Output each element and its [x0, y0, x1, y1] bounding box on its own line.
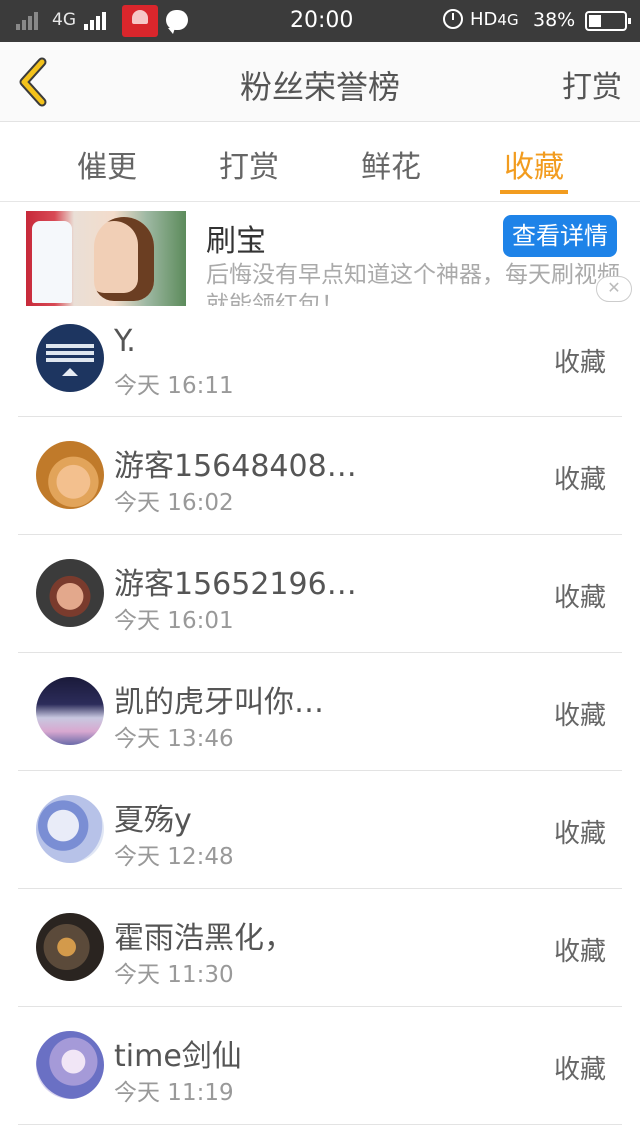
avatar: [36, 913, 104, 981]
active-tab-indicator: [500, 190, 568, 194]
fan-time: 今天 13:46: [114, 726, 234, 752]
status-bar: 4G 20:00 HD4G 38%: [0, 0, 640, 42]
tab-favorites[interactable]: 收藏: [484, 142, 584, 186]
action-label: 收藏: [553, 465, 606, 495]
ad-banner[interactable]: 刷宝 查看详情 后悔没有早点知道这个神器，每天刷视频就能领红包！: [0, 204, 640, 306]
alarm-icon: [443, 9, 463, 29]
list-item[interactable]: 夏殇y 今天 12:48 收藏: [18, 771, 622, 889]
avatar: [36, 324, 104, 392]
fan-list: Y. 今天 16:11 收藏 游客15648408… 今天 16:02 收藏 游…: [0, 300, 640, 1125]
battery-icon: [585, 11, 631, 31]
clock: 20:00: [290, 8, 354, 33]
battery-percent: 38%: [533, 9, 576, 31]
tab-urge-update[interactable]: 催更: [57, 142, 157, 186]
tab-flowers[interactable]: 鲜花: [341, 142, 441, 186]
fan-time: 今天 16:01: [114, 608, 234, 634]
action-label: 收藏: [553, 583, 606, 613]
avatar: [36, 677, 104, 745]
avatar: [36, 559, 104, 627]
fan-name: 凯的虎牙叫你…: [114, 685, 324, 720]
list-item[interactable]: 凯的虎牙叫你… 今天 13:46 收藏: [18, 653, 622, 771]
ad-title: 刷宝: [206, 224, 266, 259]
list-item[interactable]: Y. 今天 16:11 收藏: [18, 300, 622, 417]
fan-name: 霍雨浩黑化，: [114, 921, 294, 956]
action-label: 收藏: [553, 819, 606, 849]
hd-network-indicator: HD4G: [470, 9, 519, 30]
action-label: 收藏: [553, 701, 606, 731]
action-label: 收藏: [553, 348, 606, 378]
list-item[interactable]: 游客15652196… 今天 16:01 收藏: [18, 535, 622, 653]
fan-time: 今天 11:19: [114, 1080, 234, 1106]
list-item[interactable]: 霍雨浩黑化， 今天 11:30 收藏: [18, 889, 622, 1007]
fan-time: 今天 11:30: [114, 962, 234, 988]
fan-name: 游客15648408…: [114, 449, 357, 484]
fan-name: 夏殇y: [114, 803, 192, 838]
action-label: 收藏: [553, 1055, 606, 1085]
avatar: [36, 1031, 104, 1099]
network-type: 4G: [52, 10, 76, 30]
ad-image: [26, 211, 186, 306]
action-label: 收藏: [553, 937, 606, 967]
avatar: [36, 795, 104, 863]
signal-icon: [16, 12, 38, 30]
ad-close-icon[interactable]: ✕: [596, 276, 632, 302]
reward-button[interactable]: 打赏: [562, 62, 622, 106]
page-title: 粉丝荣誉榜: [239, 68, 400, 106]
app-notification-icon: [122, 5, 158, 37]
fan-name: Y.: [114, 324, 136, 359]
avatar: [36, 441, 104, 509]
fan-name: time剑仙: [114, 1039, 242, 1074]
fan-time: 今天 16:02: [114, 490, 234, 516]
list-item[interactable]: 游客15648408… 今天 16:02 收藏: [18, 417, 622, 535]
signal-strength-icon: [84, 12, 106, 30]
fan-name: 游客15652196…: [114, 567, 357, 602]
fan-time: 今天 12:48: [114, 844, 234, 870]
view-details-button[interactable]: 查看详情: [503, 215, 617, 257]
tab-reward[interactable]: 打赏: [199, 142, 299, 186]
list-item[interactable]: time剑仙 今天 11:19 收藏: [18, 1007, 622, 1125]
message-icon: [166, 10, 188, 34]
header-bar: 粉丝荣誉榜 打赏: [0, 42, 640, 122]
fan-time: 今天 16:11: [114, 373, 234, 399]
